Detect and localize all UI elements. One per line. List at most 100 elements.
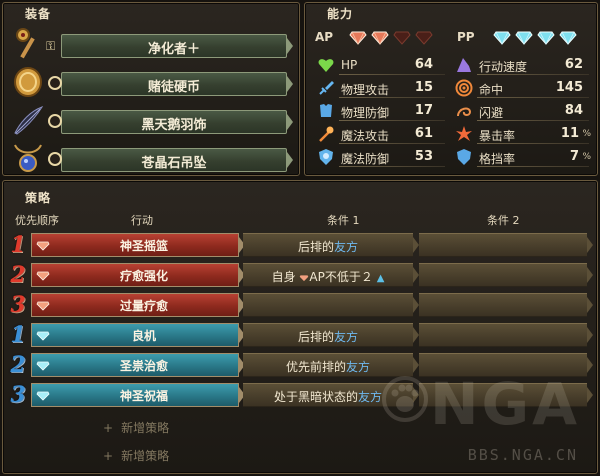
key-slot-icon: ⚿	[46, 39, 56, 53]
action-name: 圣祟治愈	[119, 359, 168, 373]
stat-value: 145	[555, 80, 583, 95]
condition-2-slot[interactable]	[419, 263, 593, 287]
stat-label: 闪避	[479, 106, 504, 120]
equipment-bar[interactable]: 苍晶石吊坠	[48, 148, 293, 172]
ring-slot-icon	[48, 114, 62, 128]
equipment-name: 净化者＋	[147, 42, 200, 57]
stat-underline	[477, 166, 589, 167]
paw-logo-icon	[382, 376, 428, 422]
stat-underline	[339, 97, 445, 98]
condition-2-slot[interactable]	[419, 293, 593, 317]
priority-rank: 2	[10, 262, 26, 288]
watermark-logo: NGA	[429, 370, 580, 438]
pp-label: PP	[457, 30, 475, 44]
priority-rank: 2	[10, 352, 26, 378]
stat-value: 7	[569, 149, 579, 164]
action-slot[interactable]: 神圣祝福	[31, 383, 245, 407]
equipment-slot-3[interactable]: 黑天鹅羽饰	[11, 103, 293, 139]
equipment-slot-1[interactable]: ⚿ 净化者＋	[11, 27, 293, 63]
action-name: 疗愈强化	[119, 269, 168, 283]
ap-gem-icon	[36, 271, 50, 281]
stat-underline	[339, 74, 445, 75]
stat-underline	[477, 74, 589, 75]
stat-underline	[339, 166, 445, 167]
condition-ally: 友方	[358, 390, 383, 404]
blue-pendant-icon	[14, 144, 42, 172]
stat-value: 64	[414, 57, 433, 72]
condition-1-slot[interactable]	[243, 293, 419, 317]
ap-gem-icon	[36, 241, 50, 251]
target-icon	[455, 79, 473, 97]
stat-evasion: 闪避 84	[455, 101, 593, 123]
stat-action-speed: 行动速度 62	[455, 55, 593, 77]
equipment-title: 装备	[25, 7, 52, 21]
condition-target: 优先前排的	[285, 360, 346, 374]
add-strategy-label: 新增策略	[121, 449, 170, 463]
priority-rank: 3	[10, 382, 26, 408]
stat-label: 命中	[479, 83, 504, 97]
pp-gem-icon	[515, 31, 533, 45]
stat-underline	[477, 120, 589, 121]
condition-2-slot[interactable]	[419, 233, 593, 257]
stat-accuracy: 命中 145	[455, 78, 593, 100]
condition-target: 后排的	[297, 330, 334, 344]
sword-icon	[319, 81, 334, 95]
stat-value: 17	[414, 103, 433, 118]
add-strategy-button[interactable]: + 新增策略	[103, 419, 169, 436]
plus-icon: +	[103, 449, 114, 463]
condition-1-slot[interactable]: 后排的友方	[243, 233, 419, 257]
pp-gem-icon	[36, 361, 50, 371]
dodge-swirl-icon	[457, 107, 472, 117]
pp-gem-icon	[36, 391, 50, 401]
equipment-bar[interactable]: ⚿ 净化者＋	[46, 34, 293, 58]
ap-gem-empty-icon	[393, 31, 411, 45]
condition-ally: 友方	[346, 360, 371, 374]
add-strategy-label: 新增策略	[121, 421, 170, 435]
equipment-slot-4[interactable]: 苍晶石吊坠	[11, 141, 293, 177]
condition-ap-threshold: AP不低于２	[309, 270, 373, 284]
shield-icon	[457, 149, 471, 165]
condition-1-slot[interactable]: 优先前排的友方	[243, 353, 419, 377]
black-feather-icon	[14, 106, 44, 135]
condition-1-slot[interactable]: 自身 AP不低于２ ▲	[243, 263, 419, 287]
equipment-bar[interactable]: 赌徒硬币	[48, 72, 293, 96]
ap-gem-icon	[371, 31, 389, 45]
stat-label: 暴击率	[479, 129, 516, 143]
stat-underline	[339, 143, 445, 144]
stat-underline	[339, 120, 445, 121]
stat-underline	[477, 143, 589, 144]
condition-1-text: 自身 AP不低于２ ▲	[243, 268, 413, 285]
ability-title: 能力	[327, 7, 354, 21]
action-slot[interactable]: 疗愈强化	[31, 263, 245, 287]
magic-wand-icon	[319, 126, 334, 142]
action-slot[interactable]: 神圣摇篮	[31, 233, 245, 257]
plus-icon: +	[103, 421, 114, 435]
armor-icon	[320, 104, 332, 117]
action-slot[interactable]: 过量疗愈	[31, 293, 245, 317]
condition-ally: 友方	[334, 240, 359, 254]
ring-slot-icon	[48, 152, 62, 166]
condition-1-text: 后排的友方	[243, 238, 413, 255]
ap-gem-icon	[349, 31, 367, 45]
condition-1-text: 优先前排的友方	[243, 358, 413, 375]
add-strategy-button[interactable]: + 新增策略	[103, 447, 169, 464]
condition-2-slot[interactable]	[419, 323, 593, 347]
condition-target: 后排的	[297, 240, 334, 254]
stat-label: 物理防御	[341, 106, 390, 120]
stat-value: 61	[414, 126, 433, 141]
condition-1-slot[interactable]: 后排的友方	[243, 323, 419, 347]
stat-magic-attack: 魔法攻击 61	[317, 124, 445, 146]
stat-unit: %	[582, 152, 591, 162]
pp-gem-icon	[493, 31, 511, 45]
action-slot[interactable]: 圣祟治愈	[31, 353, 245, 377]
equipment-slot-2[interactable]: 赌徒硬币	[11, 65, 293, 101]
stat-block-rate: 格挡率 7 %	[455, 147, 593, 169]
equipment-name: 黑天鹅羽饰	[141, 118, 207, 133]
action-slot[interactable]: 良机	[31, 323, 245, 347]
equipment-bar[interactable]: 黑天鹅羽饰	[48, 110, 293, 134]
stat-critical-rate: 暴击率 11 %	[455, 124, 593, 146]
stat-physical-defense: 物理防御 17	[317, 101, 445, 123]
action-name: 良机	[131, 329, 156, 343]
wizard-hat-icon	[457, 58, 471, 72]
stat-physical-attack: 物理攻击 15	[317, 78, 445, 100]
